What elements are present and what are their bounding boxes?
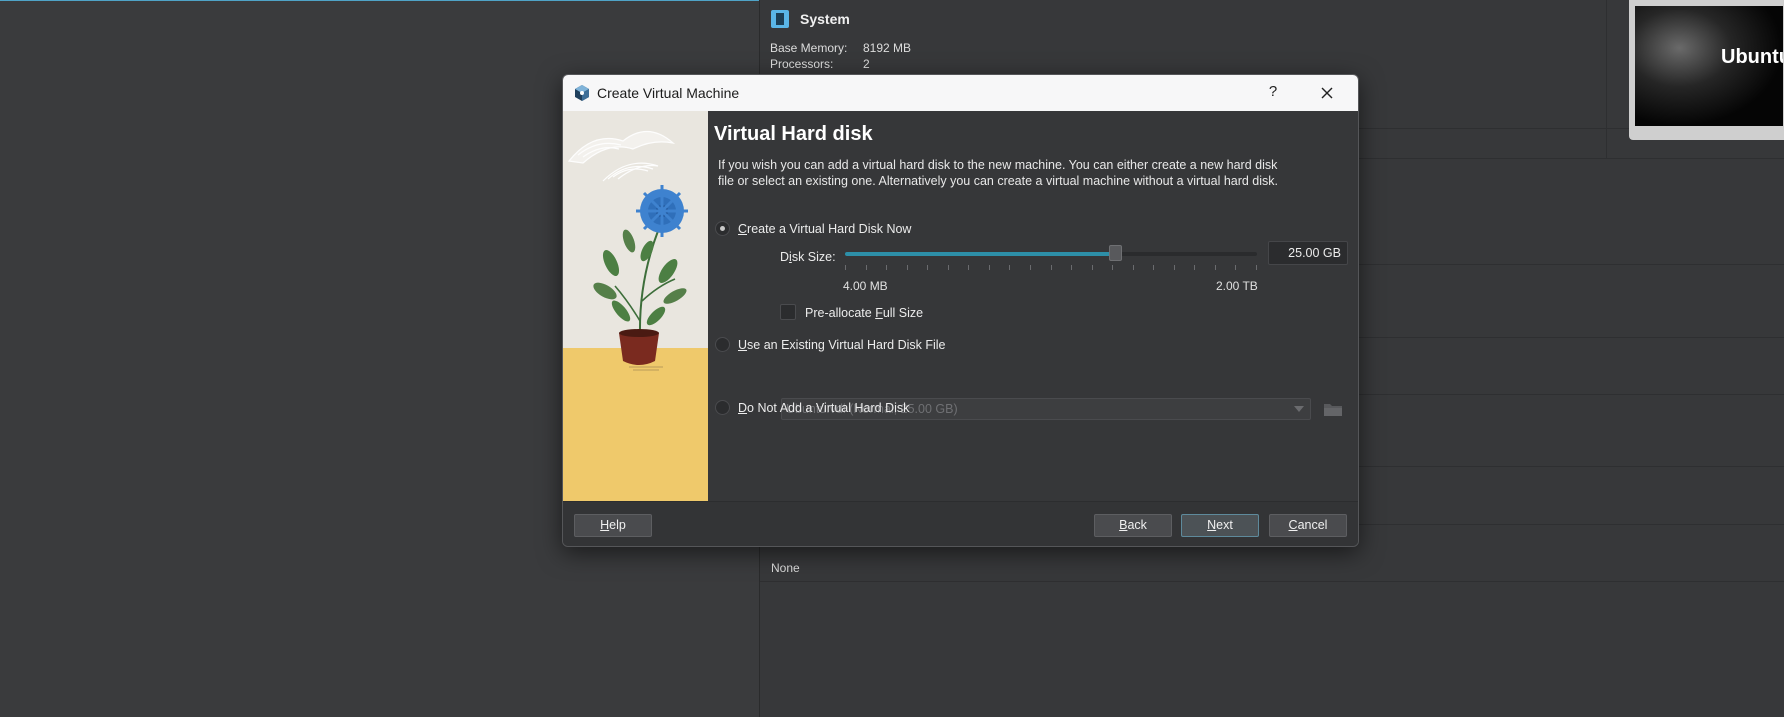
wizard-illustration: [563, 111, 708, 501]
slider-tick: [1153, 265, 1155, 270]
preview-separator: [1606, 0, 1607, 158]
slider-tick: [988, 265, 990, 270]
base-memory-label: Base Memory:: [770, 41, 848, 55]
vm-preview: Ubuntu: [1629, 0, 1784, 140]
selection-highlight-line: [0, 0, 760, 1]
create-disk-now-radio[interactable]: [715, 221, 730, 236]
slider-tick: [1235, 265, 1237, 270]
cancel-button[interactable]: Cancel: [1269, 514, 1347, 537]
slider-tick: [1029, 265, 1031, 270]
processors-label: Processors:: [770, 57, 834, 71]
preallocate-label[interactable]: Pre-allocate Full Size: [805, 306, 923, 320]
disk-size-slider-handle[interactable]: [1108, 245, 1122, 261]
help-icon[interactable]: ?: [1263, 83, 1283, 103]
slider-tick: [968, 265, 970, 270]
slider-tick: [906, 265, 908, 270]
disk-size-ticks: [845, 265, 1257, 270]
slider-tick: [1050, 265, 1052, 270]
no-disk-label[interactable]: Do Not Add a Virtual Hard Disk: [738, 401, 909, 415]
slider-tick: [1112, 265, 1114, 270]
help-button[interactable]: Help: [574, 514, 652, 537]
virtualbox-icon: [575, 85, 589, 101]
page-title: Virtual Hard disk: [714, 123, 873, 145]
processors-value: 2: [863, 57, 870, 71]
slider-tick: [1132, 265, 1134, 270]
slider-tick: [947, 265, 949, 270]
system-section-title[interactable]: System: [800, 11, 850, 27]
disk-size-max-label: 2.00 TB: [1216, 279, 1258, 293]
slider-tick: [1256, 265, 1257, 270]
details-divider: [760, 581, 1784, 582]
usb-value: None: [771, 561, 800, 575]
preallocate-checkbox[interactable]: [780, 304, 796, 320]
slider-tick: [865, 265, 867, 270]
choose-disk-file-icon[interactable]: [1321, 397, 1345, 421]
close-icon[interactable]: [1315, 81, 1339, 105]
slider-tick: [1194, 265, 1196, 270]
slider-tick: [1214, 265, 1216, 270]
use-existing-disk-label[interactable]: Use an Existing Virtual Hard Disk File: [738, 338, 946, 352]
dialog-footer: Help Back Next Cancel: [563, 501, 1358, 546]
vm-preview-screen: Ubuntu: [1635, 6, 1783, 126]
slider-tick: [1009, 265, 1011, 270]
disk-size-slider-fill: [845, 252, 1115, 256]
create-disk-now-label[interactable]: Create a Virtual Hard Disk Now: [738, 222, 911, 236]
page-description: If you wish you can add a virtual hard d…: [718, 158, 1279, 188]
create-vm-dialog: Create Virtual Machine ? Virtual Hard di…: [562, 74, 1359, 547]
disk-size-slider[interactable]: [845, 252, 1257, 256]
slider-tick: [1173, 265, 1175, 270]
disk-size-input[interactable]: 25.00 GB: [1268, 241, 1348, 265]
chevron-down-icon: [1294, 406, 1304, 412]
wizard-page: Virtual Hard disk If you wish you can ad…: [708, 111, 1358, 501]
disk-size-label: Disk Size:: [780, 250, 836, 264]
system-icon: [771, 10, 789, 28]
disk-size-min-label: 4.00 MB: [843, 279, 888, 293]
use-existing-disk-radio[interactable]: [715, 337, 730, 352]
vm-preview-text: Ubuntu: [1721, 46, 1783, 68]
slider-tick: [927, 265, 929, 270]
base-memory-value: 8192 MB: [863, 41, 912, 55]
dialog-title-bar[interactable]: Create Virtual Machine ?: [563, 75, 1358, 111]
slider-tick: [1091, 265, 1093, 270]
slider-tick: [886, 265, 888, 270]
slider-tick: [1071, 265, 1073, 270]
no-disk-radio[interactable]: [715, 400, 730, 415]
next-button[interactable]: Next: [1181, 514, 1259, 537]
back-button[interactable]: Back: [1094, 514, 1172, 537]
dialog-title: Create Virtual Machine: [597, 85, 740, 101]
slider-tick: [845, 265, 846, 270]
